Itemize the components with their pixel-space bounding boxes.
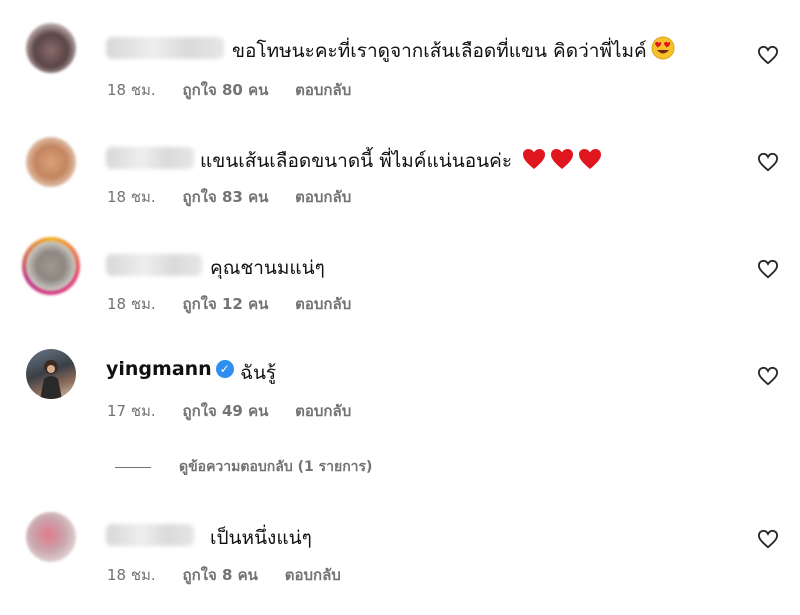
comment-text: เป็นหนึ่งแน่ๆ — [210, 527, 312, 549]
comment-text: ขอโทษนะคะที่เราดูจากเส้นเลือดที่แขน คิดว… — [232, 36, 675, 66]
like-heart-icon[interactable] — [757, 259, 779, 279]
like-count[interactable]: ถูกใจ 49 คน — [182, 402, 268, 420]
like-heart-icon[interactable] — [757, 152, 779, 172]
avatar-image — [26, 241, 76, 291]
comment-text: ฉันรู้ — [240, 362, 277, 384]
reply-button[interactable]: ตอบกลับ — [295, 81, 351, 99]
like-heart-icon[interactable] — [757, 529, 779, 549]
divider-line — [115, 466, 151, 468]
timestamp[interactable]: 18 ชม. — [107, 81, 156, 99]
like-heart-icon[interactable] — [757, 366, 779, 386]
comment-meta: 18 ชม. ถูกใจ 80 คน ตอบกลับ — [107, 78, 373, 102]
username-blurred[interactable] — [106, 524, 194, 546]
comment-meta: 18 ชม. ถูกใจ 83 คน ตอบกลับ — [107, 185, 373, 209]
username-blurred[interactable] — [106, 37, 224, 59]
view-replies-label: ดูข้อความตอบกลับ (1 รายการ) — [179, 459, 373, 475]
username-blurred[interactable] — [106, 147, 194, 169]
timestamp[interactable]: 18 ชม. — [107, 188, 156, 206]
verified-badge-icon: ✓ — [215, 360, 234, 378]
heart-eyes-emoji-icon — [651, 36, 675, 65]
like-count[interactable]: ถูกใจ 12 คน — [182, 295, 268, 313]
comment-meta: 17 ชม. ถูกใจ 49 คน ตอบกลับ — [107, 399, 373, 423]
comment-item: เป็นหนึ่งแน่ๆ 18 ชม. ถูกใจ 8 คน ตอบกลับ — [0, 492, 800, 592]
avatar[interactable] — [26, 349, 76, 399]
like-count[interactable]: ถูกใจ 83 คน — [182, 188, 268, 206]
red-heart-emoji-icon — [578, 148, 602, 175]
like-heart-icon[interactable] — [757, 45, 779, 65]
comment-item: ขอโทษนะคะที่เราดูจากเส้นเลือดที่แขน คิดว… — [0, 0, 800, 100]
reply-button[interactable]: ตอบกลับ — [295, 402, 351, 420]
comment-meta: 18 ชม. ถูกใจ 8 คน ตอบกลับ — [107, 563, 363, 587]
timestamp[interactable]: 18 ชม. — [107, 295, 156, 313]
username-blurred[interactable] — [106, 254, 202, 276]
reply-button[interactable]: ตอบกลับ — [295, 188, 351, 206]
reply-button[interactable]: ตอบกลับ — [295, 295, 351, 313]
comment-item: yingmann ✓ ฉันรู้ 17 ชม. ถูกใจ 49 คน ตอบก… — [0, 321, 800, 421]
avatar[interactable] — [26, 23, 76, 73]
like-count[interactable]: ถูกใจ 8 คน — [182, 566, 257, 584]
timestamp[interactable]: 18 ชม. — [107, 566, 156, 584]
reply-button[interactable]: ตอบกลับ — [285, 566, 341, 584]
timestamp[interactable]: 17 ชม. — [107, 402, 156, 420]
avatar[interactable] — [26, 137, 76, 187]
comment-meta: 18 ชม. ถูกใจ 12 คน ตอบกลับ — [107, 292, 373, 316]
view-replies-button[interactable]: ดูข้อความตอบกลับ (1 รายการ) — [115, 456, 372, 478]
comment-item: คุณชานมแน่ๆ 18 ชม. ถูกใจ 12 คน ตอบกลับ — [0, 214, 800, 314]
red-heart-emoji-icon — [550, 148, 574, 175]
red-heart-emoji-icon — [522, 148, 546, 175]
username[interactable]: yingmann ✓ — [106, 358, 234, 380]
comment-text: คุณชานมแน่ๆ — [210, 257, 325, 279]
avatar[interactable] — [26, 512, 76, 562]
like-count[interactable]: ถูกใจ 80 คน — [182, 81, 268, 99]
comment-item: แขนเส้นเลือดขนาดนี้ พี่ไมค์แน่นอนค่ะ 18 … — [0, 107, 800, 207]
comment-text: แขนเส้นเลือดขนาดนี้ พี่ไมค์แน่นอนค่ะ — [200, 146, 602, 176]
